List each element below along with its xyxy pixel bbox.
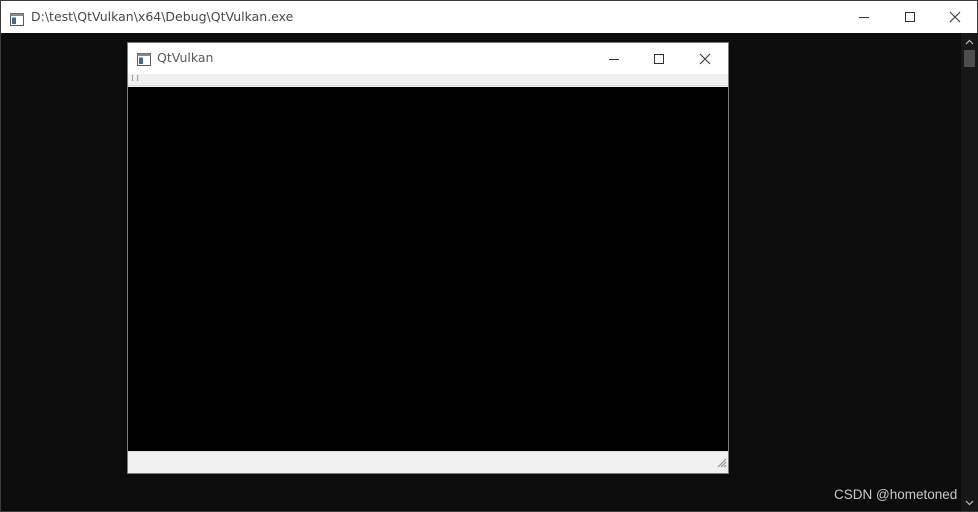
qtvulkan-toolbar[interactable]: ⠇⠇ — [128, 74, 728, 86]
console-maximize-button[interactable] — [887, 1, 933, 33]
qtvulkan-maximize-button[interactable] — [636, 43, 682, 74]
maximize-icon — [654, 53, 664, 64]
scroll-down-button[interactable] — [961, 494, 978, 511]
application-window-icon — [137, 51, 151, 70]
minimize-icon — [609, 58, 619, 60]
qtvulkan-close-button[interactable] — [682, 43, 728, 74]
maximize-icon — [905, 12, 915, 22]
console-titlebar[interactable]: D:\test\QtVulkan\x64\Debug\QtVulkan.exe — [1, 1, 977, 33]
console-minimize-button[interactable] — [841, 1, 887, 33]
console-close-button[interactable] — [932, 1, 978, 33]
resize-grip-icon[interactable] — [716, 453, 727, 472]
minimize-icon — [859, 17, 869, 18]
scroll-thumb[interactable] — [964, 50, 975, 67]
console-window-icon — [10, 11, 24, 30]
qtvulkan-window: QtVulkan ⠇⠇ — [127, 42, 729, 474]
watermark-text: CSDN @hometoned — [834, 487, 958, 502]
chevron-up-icon — [965, 39, 974, 44]
scroll-up-button[interactable] — [961, 33, 978, 50]
console-window-title: D:\test\QtVulkan\x64\Debug\QtVulkan.exe — [31, 9, 294, 24]
close-icon — [699, 53, 711, 64]
chevron-down-icon — [965, 500, 974, 505]
qtvulkan-statusbar — [128, 451, 728, 473]
toolbar-grip[interactable]: ⠇⠇ — [131, 75, 141, 83]
qtvulkan-titlebar[interactable]: QtVulkan — [128, 43, 728, 74]
qtvulkan-minimize-button[interactable] — [591, 43, 637, 74]
qtvulkan-window-title: QtVulkan — [157, 50, 214, 65]
vulkan-render-surface[interactable] — [128, 87, 728, 451]
close-icon — [949, 11, 961, 23]
console-vertical-scrollbar[interactable] — [961, 33, 978, 511]
